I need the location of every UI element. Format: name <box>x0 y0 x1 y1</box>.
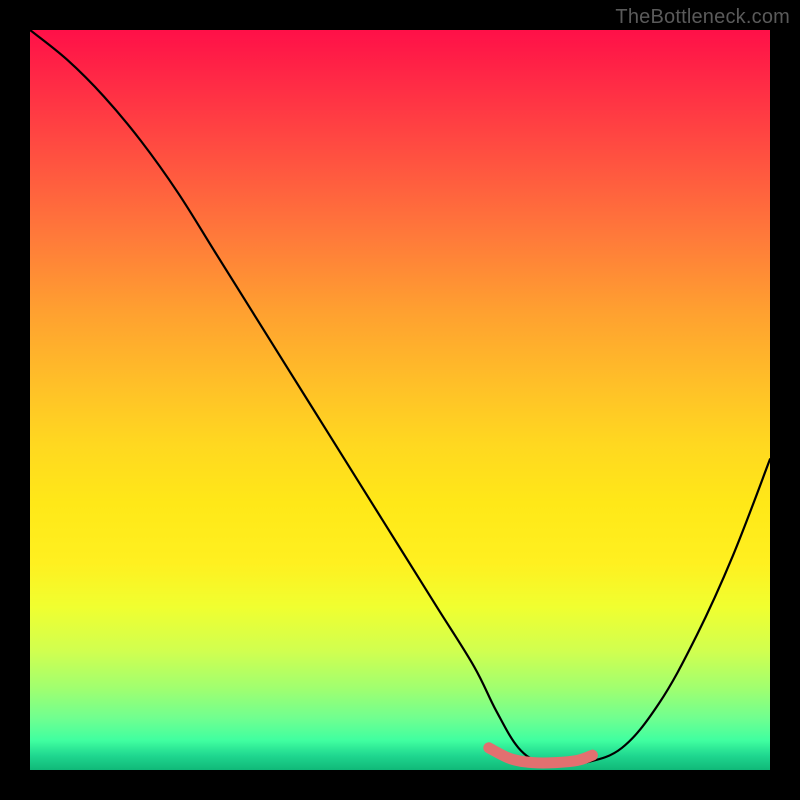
watermark-text: TheBottleneck.com <box>615 6 790 29</box>
bottleneck-curve-path <box>30 30 770 764</box>
optimal-range-highlight-path <box>489 748 593 763</box>
curve-svg <box>30 30 770 770</box>
plot-area <box>30 30 770 770</box>
chart-container: TheBottleneck.com <box>0 0 800 800</box>
